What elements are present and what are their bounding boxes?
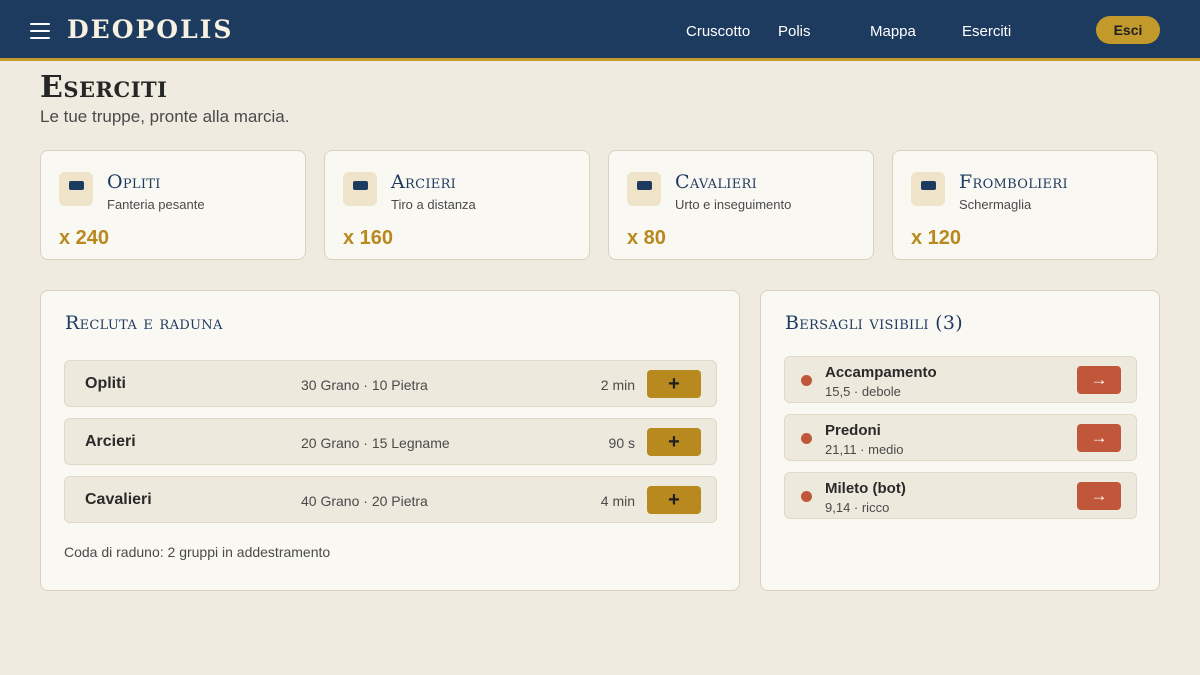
target-row-accampamento: Accampamento 15,5 · debole → [784,356,1137,403]
targets-panel-title: Bersagli visibili (3) [785,312,964,334]
unit-description: Schermaglia [959,197,1032,212]
logout-button[interactable]: Esci [1096,16,1160,44]
unit-card-frombolieri: Frombolieri Schermaglia x 120 [892,150,1158,260]
recruit-panel: Recluta e raduna Opliti 30 Grano · 10 Pi… [40,290,740,591]
recruit-panel-title: Recluta e raduna [65,312,223,334]
attack-arrow-button[interactable]: → [1077,366,1121,394]
unit-icon [911,172,945,206]
unit-icon [627,172,661,206]
recruit-cost: 40 Grano · 20 Pietra [301,493,428,509]
unit-name: Frombolieri [959,171,1068,193]
target-meta: 9,14 · ricco [825,500,890,515]
unit-name: Opliti [107,171,161,193]
recruit-add-button[interactable]: + [647,370,701,398]
nav-link-polis[interactable]: Polis [778,23,811,40]
unit-icon [59,172,93,206]
target-meta: 15,5 · debole [825,384,901,399]
target-row-predoni: Predoni 21,11 · medio → [784,414,1137,461]
target-name: Mileto (bot) [825,480,906,497]
targets-panel: Bersagli visibili (3) Accampamento 15,5 … [760,290,1160,591]
page-subtitle: Le tue truppe, pronte alla marcia. [40,107,290,126]
recruit-cost: 30 Grano · 10 Pietra [301,377,428,393]
recruit-time: 90 s [608,435,635,451]
nav-link-cruscotto[interactable]: Cruscotto [686,23,750,40]
recruit-cost: 20 Grano · 15 Legname [301,435,450,451]
nav-link-mappa[interactable]: Mappa [870,23,916,40]
attack-arrow-button[interactable]: → [1077,424,1121,452]
unit-name: Arcieri [391,171,457,193]
recruit-add-button[interactable]: + [647,428,701,456]
unit-count: x 120 [911,227,962,249]
recruit-unit-name: Cavalieri [85,491,152,508]
unit-description: Tiro a distanza [391,197,476,212]
unit-description: Urto e inseguimento [675,197,792,212]
target-status-dot [801,433,812,444]
target-row-mileto: Mileto (bot) 9,14 · ricco → [784,472,1137,519]
recruit-time: 4 min [600,493,635,509]
unit-description: Fanteria pesante [107,197,205,212]
recruit-unit-name: Opliti [85,375,126,392]
top-navigation-bar: DEOPOLIS Cruscotto Polis Mappa Eserciti … [0,0,1200,61]
queue-status-text: Coda di raduno: 2 gruppi in addestrament… [64,544,331,560]
nav-link-eserciti[interactable]: Eserciti [962,23,1011,40]
unit-card-cavalieri: Cavalieri Urto e inseguimento x 80 [608,150,874,260]
recruit-row-cavalieri: Cavalieri 40 Grano · 20 Pietra 4 min + [64,476,717,523]
unit-card-opliti: Opliti Fanteria pesante x 240 [40,150,306,260]
target-meta: 21,11 · medio [825,442,904,457]
unit-name: Cavalieri [675,171,758,193]
brand-logo[interactable]: DEOPOLIS [67,15,233,44]
unit-count: x 240 [59,227,110,249]
recruit-row-opliti: Opliti 30 Grano · 10 Pietra 2 min + [64,360,717,407]
attack-arrow-button[interactable]: → [1077,482,1121,510]
hamburger-menu-icon[interactable] [30,22,50,40]
recruit-row-arcieri: Arcieri 20 Grano · 15 Legname 90 s + [64,418,717,465]
unit-count: x 160 [343,227,394,249]
recruit-add-button[interactable]: + [647,486,701,514]
page-title: Eserciti [40,70,168,105]
recruit-time: 2 min [600,377,635,393]
recruit-unit-name: Arcieri [85,433,136,450]
target-status-dot [801,491,812,502]
target-name: Accampamento [825,364,937,381]
target-name: Predoni [825,422,881,439]
target-status-dot [801,375,812,386]
unit-card-arcieri: Arcieri Tiro a distanza x 160 [324,150,590,260]
unit-icon [343,172,377,206]
unit-count: x 80 [627,227,666,249]
